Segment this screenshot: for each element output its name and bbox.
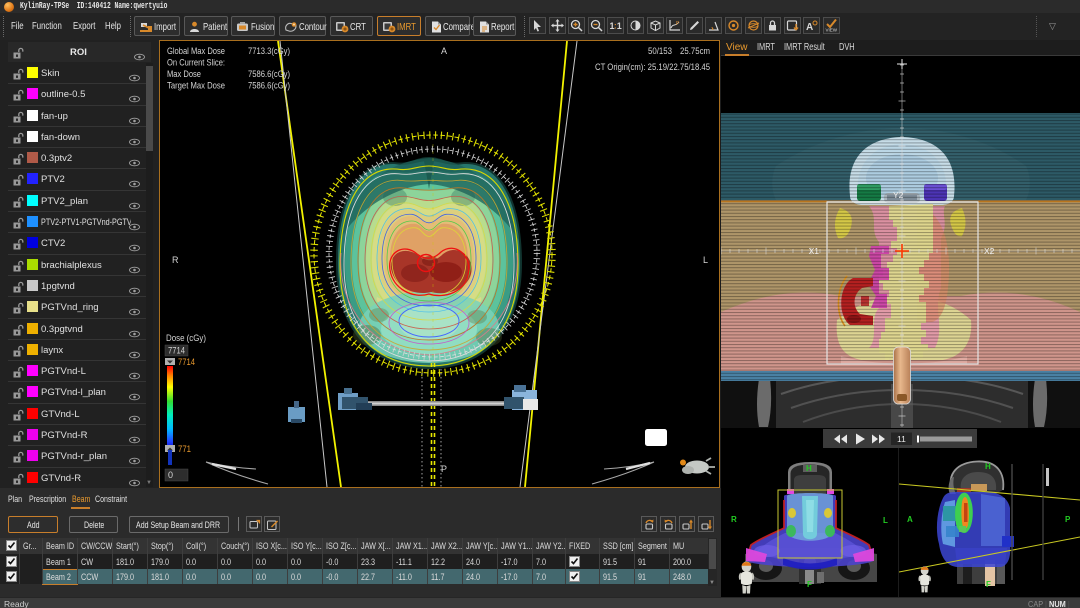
- svg-text:L: L: [883, 516, 888, 525]
- svg-text:F: F: [986, 580, 991, 589]
- svg-text:Target Max Dose: Target Max Dose: [167, 81, 225, 91]
- svg-text:X1: X1: [809, 246, 820, 256]
- svg-text:L: L: [703, 255, 708, 265]
- svg-text:7714: 7714: [168, 346, 185, 356]
- svg-text:H: H: [985, 462, 991, 471]
- svg-text:R: R: [172, 255, 179, 265]
- svg-text:50/153: 50/153: [648, 46, 672, 56]
- svg-text:VIEW: VIEW: [826, 28, 838, 33]
- svg-text:7714: 7714: [178, 357, 195, 367]
- svg-text:F: F: [807, 580, 812, 589]
- svg-text:7586.6(cGy): 7586.6(cGy): [248, 69, 290, 79]
- svg-text:Dose (cGy): Dose (cGy): [166, 333, 206, 343]
- svg-text:Global Max Dose: Global Max Dose: [167, 46, 225, 56]
- svg-text:R: R: [731, 515, 737, 524]
- svg-text:CT Origin(cm): 25.19/22.75/18.: CT Origin(cm): 25.19/22.75/18.45: [595, 62, 710, 72]
- svg-text:H: H: [806, 464, 812, 473]
- svg-text:7713.3(cGy): 7713.3(cGy): [248, 46, 290, 56]
- svg-text:25.75cm: 25.75cm: [680, 46, 710, 56]
- svg-text:11: 11: [897, 434, 906, 444]
- svg-text:A: A: [806, 22, 813, 32]
- svg-text:Y2: Y2: [893, 190, 904, 200]
- svg-text:P: P: [676, 21, 680, 27]
- svg-text:0: 0: [168, 470, 173, 480]
- svg-text:On Current Slice:: On Current Slice:: [167, 58, 225, 68]
- svg-text:7586.6(cGy): 7586.6(cGy): [248, 81, 290, 91]
- svg-text:X2: X2: [984, 246, 995, 256]
- svg-text:P: P: [1065, 515, 1071, 524]
- svg-text:Max Dose: Max Dose: [167, 69, 201, 79]
- svg-text:771: 771: [178, 444, 191, 454]
- svg-text:A: A: [907, 515, 913, 524]
- svg-text:1: 1: [617, 21, 622, 31]
- svg-text:P: P: [441, 464, 447, 474]
- svg-text:A: A: [441, 46, 447, 56]
